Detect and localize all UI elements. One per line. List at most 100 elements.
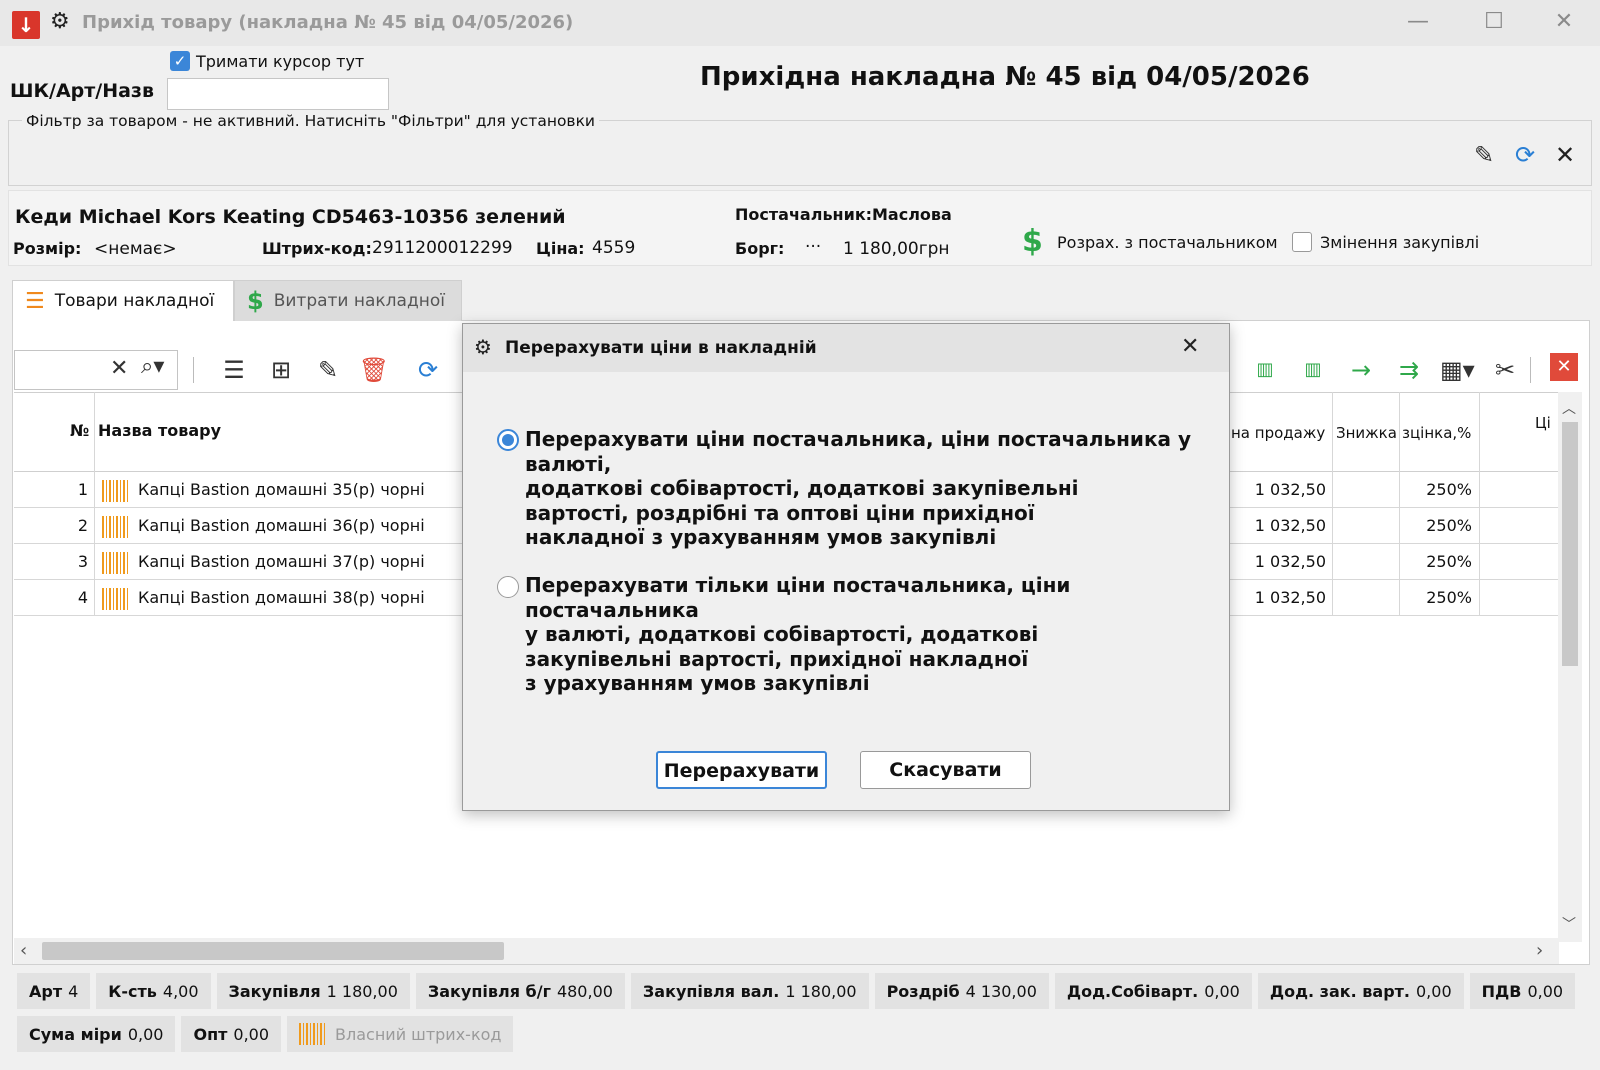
summary-row-1: Арт 4 К-сть 4,00 Закупівля 1 180,00 Закупів… xyxy=(17,973,1576,1009)
column-divider xyxy=(1332,392,1333,472)
row-discount xyxy=(1332,544,1395,580)
scroll-right-icon[interactable]: › xyxy=(1536,940,1543,961)
tab-invoice-goods[interactable]: ☰ Товари накладної xyxy=(12,280,234,321)
window-title: Прихід товару (накладна № 45 від 04/05/2… xyxy=(82,12,574,33)
maximize-button[interactable]: ☐ xyxy=(1474,6,1514,38)
row-sale-price: 1 032,50 xyxy=(1254,588,1326,607)
price-value: 4559 xyxy=(592,238,636,258)
scroll-left-icon[interactable]: ‹ xyxy=(20,940,27,961)
delete-trash-icon[interactable]: 🗑 xyxy=(357,353,391,387)
tab-label: Витрати накладної xyxy=(273,291,445,311)
column-divider xyxy=(94,392,95,472)
column-header-num[interactable]: № xyxy=(70,421,89,440)
filter-status-text: Фільтр за товаром - не активний. Натисні… xyxy=(22,112,600,130)
toolbar-separator xyxy=(1530,357,1531,383)
row-num: 4 xyxy=(77,588,88,607)
column-divider xyxy=(1399,392,1400,472)
price-label: Ціна: xyxy=(536,239,585,258)
supplier-value: Маслова xyxy=(872,205,952,224)
row-discount xyxy=(1332,508,1395,544)
supplier-label: Постачальник: xyxy=(735,205,873,224)
sku-search-input[interactable] xyxy=(167,78,389,110)
column-header-discount[interactable]: Знижка xyxy=(1336,424,1397,442)
refresh-icon[interactable]: ⟳ xyxy=(1508,138,1542,172)
barcode-down-icon[interactable]: ▥ xyxy=(1296,353,1330,387)
summary-add-cost: Дод.Собіварт. 0,00 xyxy=(1054,973,1252,1009)
option-full-recalc-text[interactable]: Перерахувати ціни постачальника, ціни по… xyxy=(525,427,1213,550)
document-title: Прихідна накладна № 45 від 04/05/2026 xyxy=(700,62,1310,92)
edit-pencil-icon[interactable]: ✎ xyxy=(1467,138,1501,172)
product-name: Кеди Michael Kors Keating CD5463-10356 з… xyxy=(15,206,566,228)
row-name: Капці Bastion домашні 36(р) чорні xyxy=(138,516,425,535)
summary-purchase-currency: Закупівля вал. 1 180,00 xyxy=(630,973,869,1009)
vertical-scroll-thumb[interactable] xyxy=(1562,422,1578,666)
column-header-price[interactable]: Ці xyxy=(1535,414,1551,432)
barcode-icon xyxy=(102,508,128,544)
row-num: 3 xyxy=(77,552,88,571)
row-markup: 250% xyxy=(1426,552,1472,571)
row-name: Капці Bastion домашні 37(р) чорні xyxy=(138,552,425,571)
refresh-icon[interactable]: ⟳ xyxy=(411,353,445,387)
row-markup: 250% xyxy=(1426,516,1472,535)
column-header-name[interactable]: Назва товару xyxy=(98,421,221,440)
column-header-sale-price[interactable]: на продажу xyxy=(1231,424,1325,442)
scroll-up-icon[interactable]: ︿ xyxy=(1562,398,1576,418)
calculator-icon[interactable]: ▦▾ xyxy=(1440,353,1475,387)
minimize-button[interactable]: — xyxy=(1398,6,1438,38)
barcode-icon xyxy=(102,544,128,580)
recalculate-button[interactable]: Перерахувати xyxy=(656,751,827,789)
radio-option-supplier-only[interactable] xyxy=(497,576,519,598)
size-value: <немає> xyxy=(94,239,177,259)
dollar-icon: $ xyxy=(247,287,264,315)
tab-label: Товари накладної xyxy=(54,291,215,311)
option-supplier-only-text[interactable]: Перерахувати тільки ціни постачальника, … xyxy=(525,573,1213,696)
row-num: 2 xyxy=(77,516,88,535)
close-red-icon[interactable]: ✕ xyxy=(1550,353,1578,381)
dialog-title: Перерахувати ціни в накладній xyxy=(505,338,817,358)
dollar-icon: $ xyxy=(1022,224,1043,259)
app-arrow-icon[interactable]: ↓ xyxy=(12,11,40,39)
arrow-right-icon[interactable]: → xyxy=(1344,353,1378,387)
toolbar-separator xyxy=(193,357,194,383)
scissors-icon[interactable]: ✂ xyxy=(1488,353,1522,387)
barcode-icon xyxy=(299,1023,326,1045)
summary-retail: Роздріб 4 130,00 xyxy=(874,973,1049,1009)
add-document-icon[interactable]: ⊞ xyxy=(264,353,298,387)
column-header-markup[interactable]: зцінка,% xyxy=(1402,424,1471,442)
keep-cursor-checkbox[interactable]: ✓ Тримати курсор тут xyxy=(170,51,364,71)
summary-vat: ПДВ 0,00 xyxy=(1469,973,1576,1009)
clear-search-icon[interactable]: ✕ xyxy=(110,356,128,381)
summary-qty: К-сть 4,00 xyxy=(96,973,211,1009)
tab-invoice-expenses[interactable]: $ Витрати накладної xyxy=(234,280,462,321)
debt-details-button[interactable]: ··· xyxy=(805,237,821,257)
summary-add-purchase-cost: Дод. зак. варт. 0,00 xyxy=(1257,973,1464,1009)
dialog-close-button[interactable]: ✕ xyxy=(1181,334,1199,359)
barcode-icon xyxy=(102,580,128,616)
debt-value: 1 180,00грн xyxy=(843,239,950,259)
double-arrow-icon[interactable]: ⇉ xyxy=(1392,353,1426,387)
horizontal-scroll-thumb[interactable] xyxy=(42,942,504,960)
filter-icon[interactable]: ☰ xyxy=(217,353,251,387)
search-dropdown-icon[interactable]: ⌕▾ xyxy=(141,354,164,379)
keep-cursor-label: Тримати курсор тут xyxy=(196,51,365,71)
barcode-icon xyxy=(102,472,128,508)
summary-measure-sum: Сума міри 0,00 xyxy=(17,1016,176,1052)
close-window-button[interactable]: ✕ xyxy=(1544,6,1584,38)
row-name: Капці Bastion домашні 38(р) чорні xyxy=(138,588,425,607)
summary-row-2: Сума міри 0,00 Опт 0,00 Власний штрих-код xyxy=(17,1016,514,1052)
gear-icon[interactable]: ⚙ xyxy=(50,9,70,34)
change-purchase-label: Змінення закупівлі xyxy=(1320,233,1480,252)
row-sale-price: 1 032,50 xyxy=(1254,516,1326,535)
settle-with-supplier-link[interactable]: Розрах. з постачальником xyxy=(1057,233,1278,252)
change-purchase-checkbox[interactable] xyxy=(1292,232,1312,252)
debt-label: Борг: xyxy=(735,239,785,258)
edit-pencil-icon[interactable]: ✎ xyxy=(311,353,345,387)
checkbox-checked-icon[interactable]: ✓ xyxy=(170,51,190,71)
clear-filter-icon[interactable]: ✕ xyxy=(1548,138,1582,172)
radio-option-full-selected[interactable] xyxy=(497,429,519,451)
own-barcode-button[interactable]: Власний штрих-код xyxy=(287,1016,514,1052)
scroll-down-icon[interactable]: ﹀ xyxy=(1562,914,1576,934)
cancel-button[interactable]: Скасувати xyxy=(860,751,1031,789)
row-sale-price: 1 032,50 xyxy=(1254,480,1326,499)
barcode-print-icon[interactable]: ▥ xyxy=(1248,353,1282,387)
